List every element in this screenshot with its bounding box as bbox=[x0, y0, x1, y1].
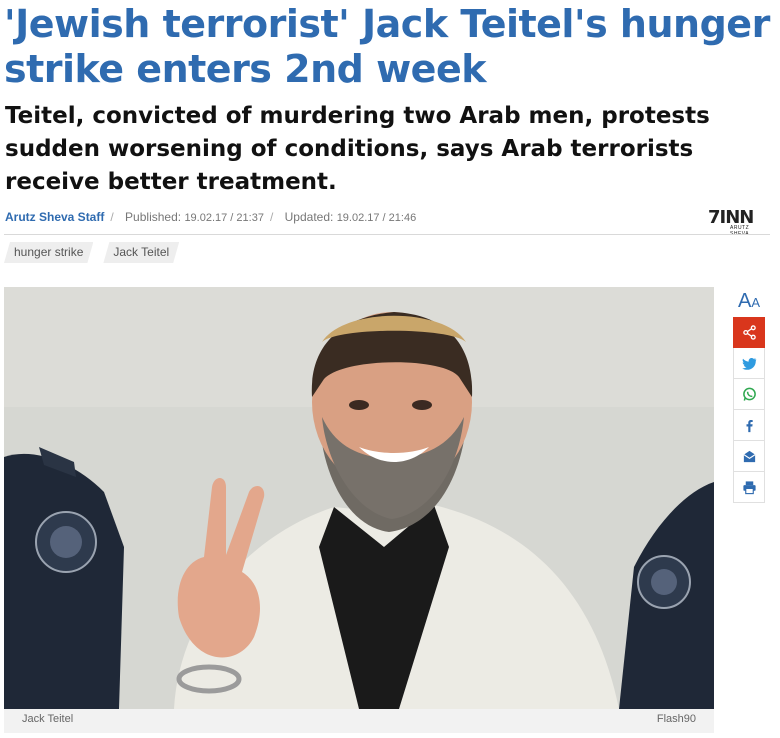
share-button[interactable] bbox=[733, 317, 765, 348]
updated-label: Updated: bbox=[284, 210, 334, 224]
font-size-large[interactable]: A bbox=[738, 290, 751, 312]
published-label: Published: bbox=[125, 210, 182, 224]
font-size-small[interactable]: A bbox=[751, 295, 760, 310]
photo-credit: Flash90 bbox=[656, 713, 696, 725]
meta-divider: / bbox=[110, 210, 114, 224]
facebook-share-button[interactable] bbox=[733, 410, 765, 441]
photo-caption: Jack Teitel bbox=[22, 713, 74, 725]
divider bbox=[4, 234, 770, 235]
twitter-icon bbox=[741, 357, 756, 370]
print-icon bbox=[742, 480, 756, 494]
whatsapp-icon bbox=[742, 387, 756, 401]
share-icon bbox=[742, 324, 756, 340]
email-share-button[interactable] bbox=[733, 441, 765, 472]
meta-divider: / bbox=[269, 210, 274, 224]
author-link[interactable]: Arutz Sheva Staff bbox=[5, 210, 104, 224]
article-meta: Arutz Sheva Staff / Published: 19.02.17 /… bbox=[5, 210, 416, 224]
published-date: 19.02.17 / 21:37 bbox=[184, 212, 264, 224]
share-toolbar: AA bbox=[733, 287, 765, 503]
photo-illustration bbox=[4, 287, 714, 709]
inn-logo[interactable]: 7INN ARUTZ SHEVA bbox=[708, 207, 768, 237]
article-title: 'Jewish terrorist' Jack Teitel's hunger … bbox=[4, 2, 770, 91]
email-icon bbox=[743, 450, 755, 462]
article-photo bbox=[4, 287, 714, 709]
font-size-toggle[interactable]: AA bbox=[733, 287, 765, 317]
logo-subtitle: ARUTZ SHEVA bbox=[730, 225, 750, 237]
article-subtitle: Teitel, convicted of murdering two Arab … bbox=[5, 103, 710, 195]
facebook-icon bbox=[746, 419, 753, 432]
print-button[interactable] bbox=[733, 472, 765, 503]
tag-jack-teitel[interactable]: Jack Teitel bbox=[103, 242, 179, 263]
photo-caption-bar: Jack Teitel Flash90 bbox=[4, 709, 714, 733]
twitter-share-button[interactable] bbox=[733, 348, 765, 379]
whatsapp-share-button[interactable] bbox=[733, 379, 765, 410]
updated-date: 19.02.17 / 21:46 bbox=[336, 212, 417, 224]
tag-list: hunger strike Jack Teitel bbox=[4, 242, 179, 263]
tag-hunger-strike[interactable]: hunger strike bbox=[4, 242, 93, 263]
